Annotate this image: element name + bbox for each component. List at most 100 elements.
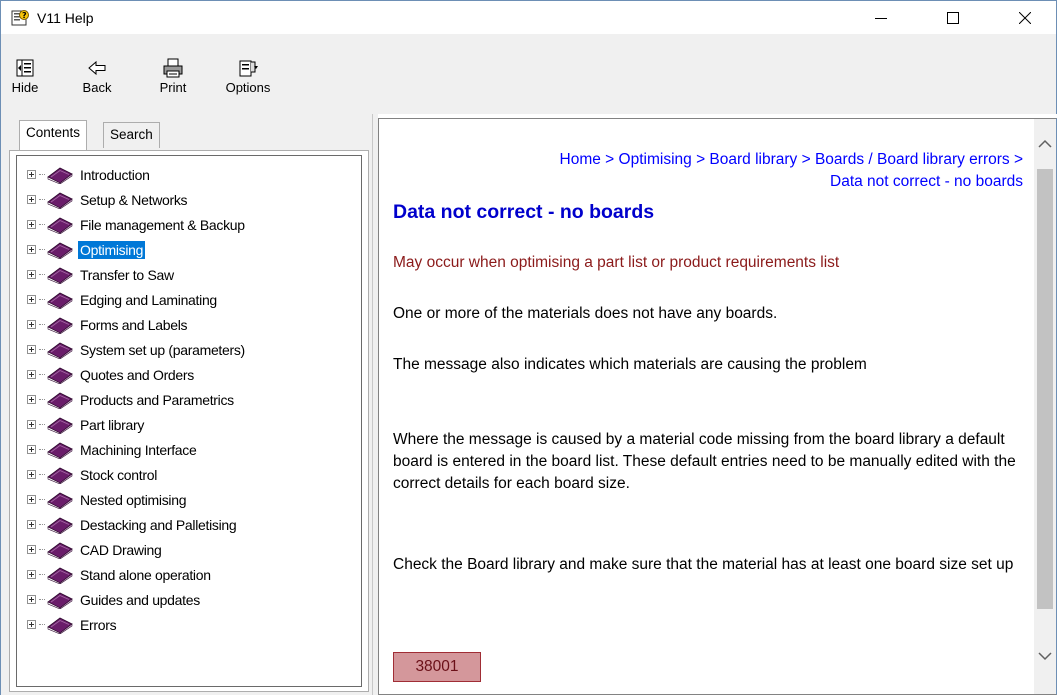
back-label: Back <box>82 80 112 95</box>
expand-plus-icon[interactable] <box>27 395 36 404</box>
book-icon <box>47 442 73 459</box>
maximize-button[interactable] <box>930 1 976 35</box>
tree-item-label[interactable]: Errors <box>78 616 118 634</box>
expand-plus-icon[interactable] <box>27 370 36 379</box>
print-label: Print <box>159 80 187 95</box>
tree-item[interactable]: Optimising <box>27 237 247 262</box>
tree-item[interactable]: Stand alone operation <box>27 562 247 587</box>
tree-item[interactable]: Introduction <box>27 162 247 187</box>
tree-connector <box>39 324 45 325</box>
tree-item-label[interactable]: Stock control <box>78 466 159 484</box>
expand-plus-icon[interactable] <box>27 520 36 529</box>
maximize-icon <box>947 12 959 24</box>
expand-plus-icon[interactable] <box>27 545 36 554</box>
hide-label: Hide <box>11 80 39 95</box>
tree-item-label[interactable]: Stand alone operation <box>78 566 213 584</box>
tree-item[interactable]: Errors <box>27 612 247 637</box>
expand-plus-icon[interactable] <box>27 320 36 329</box>
breadcrumb-line-1[interactable]: Home > Optimising > Board library > Boar… <box>393 149 1023 171</box>
tree-item-label[interactable]: Destacking and Palletising <box>78 516 238 534</box>
tree-item-label[interactable]: Optimising <box>78 240 146 259</box>
book-icon <box>47 367 73 384</box>
tree-item[interactable]: Products and Parametrics <box>27 387 247 412</box>
book-icon <box>47 242 73 259</box>
tree-item[interactable]: Setup & Networks <box>27 187 247 212</box>
tree-item-label[interactable]: Quotes and Orders <box>78 366 196 384</box>
expand-plus-icon[interactable] <box>27 245 36 254</box>
back-button[interactable]: Back <box>77 58 117 95</box>
tree-item-label[interactable]: Products and Parametrics <box>78 391 236 409</box>
tree-item[interactable]: Transfer to Saw <box>27 262 247 287</box>
expand-plus-icon[interactable] <box>27 595 36 604</box>
tab-search[interactable]: Search <box>103 122 160 148</box>
scroll-thumb[interactable] <box>1037 169 1053 609</box>
tree-item-label[interactable]: Introduction <box>78 166 152 184</box>
tree-item-label[interactable]: CAD Drawing <box>78 541 164 559</box>
topic-content: Home > Optimising > Board library > Boar… <box>378 118 1057 695</box>
options-label: Options <box>225 80 271 95</box>
tree-item-label[interactable]: Setup & Networks <box>78 191 189 209</box>
tree-connector <box>39 224 45 225</box>
tree-item-label[interactable]: Machining Interface <box>78 441 198 459</box>
tree-connector <box>39 449 45 450</box>
tree-item[interactable]: Part library <box>27 412 247 437</box>
tree-item-label[interactable]: Guides and updates <box>78 591 202 609</box>
tree-item[interactable]: Destacking and Palletising <box>27 512 247 537</box>
book-icon <box>47 167 73 184</box>
scroll-down-button[interactable] <box>1034 645 1056 667</box>
expand-plus-icon[interactable] <box>27 620 36 629</box>
book-icon <box>47 542 73 559</box>
tab-contents[interactable]: Contents <box>19 120 88 150</box>
tree-item[interactable]: Quotes and Orders <box>27 362 247 387</box>
tree-item-label[interactable]: Part library <box>78 416 146 434</box>
tree-item-label[interactable]: System set up (parameters) <box>78 341 247 359</box>
tree-connector <box>39 474 45 475</box>
print-button[interactable]: Print <box>153 58 193 95</box>
book-icon <box>47 517 73 534</box>
printer-icon <box>163 58 183 78</box>
breadcrumb-line-2[interactable]: Data not correct - no boards <box>393 171 1023 193</box>
expand-plus-icon[interactable] <box>27 295 36 304</box>
tree-item[interactable]: Edging and Laminating <box>27 287 247 312</box>
breadcrumb[interactable]: Home > Optimising > Board library > Boar… <box>393 149 1023 193</box>
tree-connector <box>39 374 45 375</box>
expand-plus-icon[interactable] <box>27 170 36 179</box>
expand-plus-icon[interactable] <box>27 495 36 504</box>
toolbar: Hide Back Print Options <box>0 34 1057 114</box>
expand-plus-icon[interactable] <box>27 445 36 454</box>
expand-plus-icon[interactable] <box>27 470 36 479</box>
expand-plus-icon[interactable] <box>27 420 36 429</box>
tree-item-label[interactable]: File management & Backup <box>78 216 247 234</box>
expand-plus-icon[interactable] <box>27 195 36 204</box>
book-icon <box>47 342 73 359</box>
tree-item-label[interactable]: Transfer to Saw <box>78 266 176 284</box>
tree-connector <box>39 299 45 300</box>
topic-paragraph-3: Where the message is caused by a materia… <box>393 431 1016 492</box>
expand-plus-icon[interactable] <box>27 570 36 579</box>
book-icon <box>47 392 73 409</box>
close-button[interactable] <box>1002 1 1048 35</box>
tree-item-label[interactable]: Forms and Labels <box>78 316 189 334</box>
content-scrollbar[interactable] <box>1034 119 1056 694</box>
expand-plus-icon[interactable] <box>27 345 36 354</box>
tree-item-label[interactable]: Edging and Laminating <box>78 291 219 309</box>
expand-plus-icon[interactable] <box>27 270 36 279</box>
tree-item[interactable]: File management & Backup <box>27 212 247 237</box>
tree-item-label[interactable]: Nested optimising <box>78 491 188 509</box>
scroll-up-button[interactable] <box>1034 133 1056 155</box>
tree-item[interactable]: Nested optimising <box>27 487 247 512</box>
tree-item[interactable]: Forms and Labels <box>27 312 247 337</box>
minimize-icon <box>875 18 887 19</box>
expand-plus-icon[interactable] <box>27 220 36 229</box>
window-title: V11 Help <box>37 10 94 26</box>
options-button[interactable]: Options <box>223 58 273 95</box>
minimize-button[interactable] <box>858 1 904 35</box>
tree-item[interactable]: CAD Drawing <box>27 537 247 562</box>
tree-connector <box>39 624 45 625</box>
tree-item[interactable]: Machining Interface <box>27 437 247 462</box>
tree-item[interactable]: Stock control <box>27 462 247 487</box>
hide-button[interactable]: Hide <box>5 58 45 95</box>
chevron-up-icon <box>1038 139 1052 148</box>
tree-item[interactable]: Guides and updates <box>27 587 247 612</box>
tree-item[interactable]: System set up (parameters) <box>27 337 247 362</box>
